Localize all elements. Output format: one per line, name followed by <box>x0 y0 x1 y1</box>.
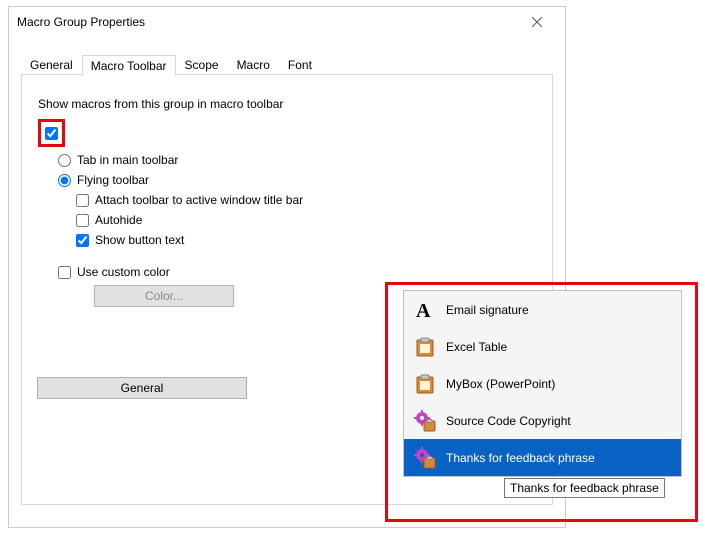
toolbar-item-email-signature[interactable]: A Email signature <box>404 291 681 328</box>
show-group-checkbox[interactable] <box>45 127 58 140</box>
show-button-text-label: Show button text <box>95 233 184 247</box>
flying-toolbar: A Email signature Excel Table MyBox (Pow… <box>403 290 682 477</box>
flying-label: Flying toolbar <box>77 173 149 187</box>
use-custom-color-checkbox[interactable] <box>58 266 71 279</box>
tooltip: Thanks for feedback phrase <box>504 478 665 498</box>
radio-row-flying: Flying toolbar <box>58 173 536 187</box>
show-button-text-checkbox[interactable] <box>76 234 89 247</box>
tab-main-radio[interactable] <box>58 154 71 167</box>
autohide-checkbox[interactable] <box>76 214 89 227</box>
attach-label: Attach toolbar to active window title ba… <box>95 193 303 207</box>
window-title: Macro Group Properties <box>17 15 517 29</box>
toolbar-item-excel-table[interactable]: Excel Table <box>404 328 681 365</box>
gear-clipboard-icon <box>410 447 440 469</box>
toolbar-item-thanks-feedback[interactable]: Thanks for feedback phrase <box>404 439 681 476</box>
attach-checkbox[interactable] <box>76 194 89 207</box>
tab-main-label: Tab in main toolbar <box>77 153 178 167</box>
tab-macro-toolbar[interactable]: Macro Toolbar <box>82 55 176 76</box>
toolbar-item-label: MyBox (PowerPoint) <box>446 377 675 391</box>
toolbar-item-label: Excel Table <box>446 340 675 354</box>
clipboard-icon <box>410 336 440 358</box>
radio-row-main: Tab in main toolbar <box>58 153 536 167</box>
check-row-autohide: Autohide <box>76 213 536 227</box>
check-row-customcolor: Use custom color <box>58 265 536 279</box>
toolbar-item-label: Thanks for feedback phrase <box>446 451 675 465</box>
use-custom-color-label: Use custom color <box>77 265 170 279</box>
toolbar-item-label: Email signature <box>446 303 675 317</box>
check-row-attach: Attach toolbar to active window title ba… <box>76 193 536 207</box>
gear-clipboard-icon <box>410 410 440 432</box>
toolbar-item-mybox-powerpoint[interactable]: MyBox (PowerPoint) <box>404 365 681 402</box>
title-bar: Macro Group Properties <box>9 7 565 37</box>
toolbar-item-label: Source Code Copyright <box>446 414 675 428</box>
tab-general[interactable]: General <box>21 54 82 75</box>
tab-scope[interactable]: Scope <box>176 54 228 75</box>
check-row-showtext: Show button text <box>76 233 536 247</box>
color-button[interactable]: Color... <box>94 285 234 307</box>
text-icon: A <box>410 299 440 321</box>
show-group-label: Show macros from this group in macro too… <box>38 97 536 111</box>
tab-font[interactable]: Font <box>279 54 321 75</box>
close-button[interactable] <box>517 8 557 36</box>
svg-text:A: A <box>416 300 431 321</box>
tab-macro[interactable]: Macro <box>228 54 279 75</box>
close-icon <box>532 17 542 27</box>
autohide-label: Autohide <box>95 213 142 227</box>
toolbar-item-source-code-copyright[interactable]: Source Code Copyright <box>404 402 681 439</box>
flying-radio[interactable] <box>58 174 71 187</box>
show-group-highlight <box>38 119 65 147</box>
tab-strip: General Macro Toolbar Scope Macro Font <box>9 51 565 75</box>
clipboard-icon <box>410 373 440 395</box>
general-button[interactable]: General <box>37 377 247 399</box>
